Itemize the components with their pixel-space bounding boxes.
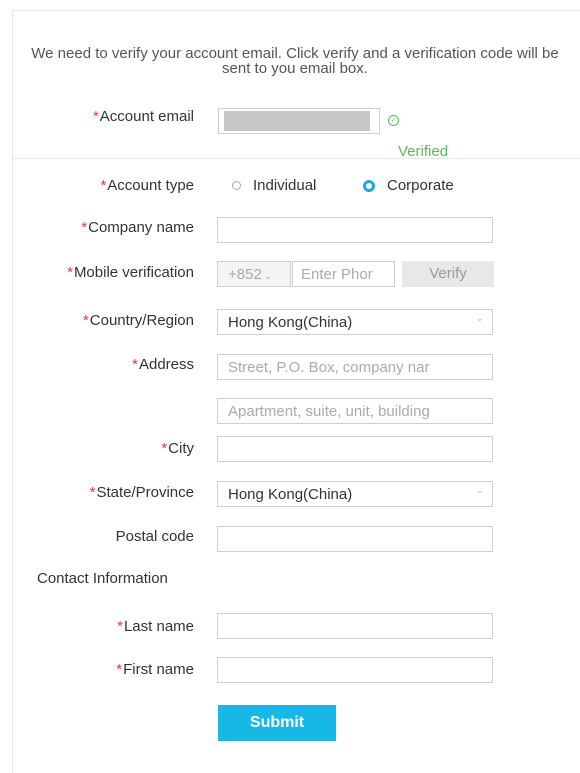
required-mark: * [81, 219, 88, 236]
required-mark: * [100, 177, 107, 194]
radio-checked-icon [363, 179, 375, 192]
account-type-corporate-radio[interactable]: Corporate [363, 177, 454, 194]
postal-code-label: Postal code [115, 528, 194, 545]
required-mark: * [82, 312, 89, 329]
city-label: *City [161, 440, 194, 457]
first-name-label: *First name [116, 661, 194, 678]
mobile-verification-label: *Mobile verification [67, 264, 194, 281]
address-line2-input[interactable]: Apartment, suite, unit, building [217, 398, 493, 424]
form-top-border [12, 10, 580, 11]
company-name-label: *Company name [81, 219, 194, 236]
required-mark: * [132, 356, 138, 373]
address-label: *Address [132, 356, 194, 373]
required-mark: * [92, 108, 99, 125]
verify-button[interactable]: Verify [402, 261, 494, 287]
required-mark: * [116, 661, 123, 678]
account-email-field[interactable] [218, 108, 380, 134]
submit-button[interactable]: Submit [218, 705, 336, 741]
chevron-down-icon: ⌄ [261, 271, 272, 281]
last-name-input[interactable] [217, 613, 493, 639]
chevron-down-icon: ⌄ [475, 485, 484, 496]
postal-code-input[interactable] [217, 526, 493, 552]
check-circle-icon: ✓ [388, 115, 399, 126]
address-line1-input[interactable]: Street, P.O. Box, company nar [217, 354, 493, 380]
required-mark: * [117, 618, 123, 635]
first-name-input[interactable] [217, 657, 493, 683]
phone-number-input[interactable]: Enter Phor [292, 261, 395, 287]
account-email-label: *Account email [92, 108, 194, 125]
masked-email-value [224, 111, 370, 131]
last-name-label: *Last name [117, 618, 194, 635]
section-divider [12, 158, 580, 159]
company-name-input[interactable] [217, 217, 493, 243]
radio-unchecked-icon [232, 181, 241, 190]
account-type-label: *Account type [100, 177, 194, 194]
country-code-select[interactable]: +852 ⌄ [217, 261, 291, 287]
city-input[interactable] [217, 436, 493, 462]
contact-information-heading: Contact Information [37, 570, 168, 587]
country-region-select[interactable]: Hong Kong(China) ⌄ [217, 309, 493, 335]
account-type-individual-radio[interactable]: Individual [232, 177, 316, 194]
state-province-select[interactable]: Hong Kong(China) ⌄ [217, 481, 493, 507]
required-mark: * [89, 484, 96, 501]
chevron-down-icon: ⌄ [475, 313, 484, 324]
country-region-label: *Country/Region [82, 312, 194, 329]
form-left-border [12, 10, 13, 773]
verify-intro-text: We need to verify your account email. Cl… [31, 45, 559, 77]
required-mark: * [161, 440, 168, 457]
required-mark: * [67, 264, 73, 281]
state-province-label: *State/Province [89, 484, 194, 501]
